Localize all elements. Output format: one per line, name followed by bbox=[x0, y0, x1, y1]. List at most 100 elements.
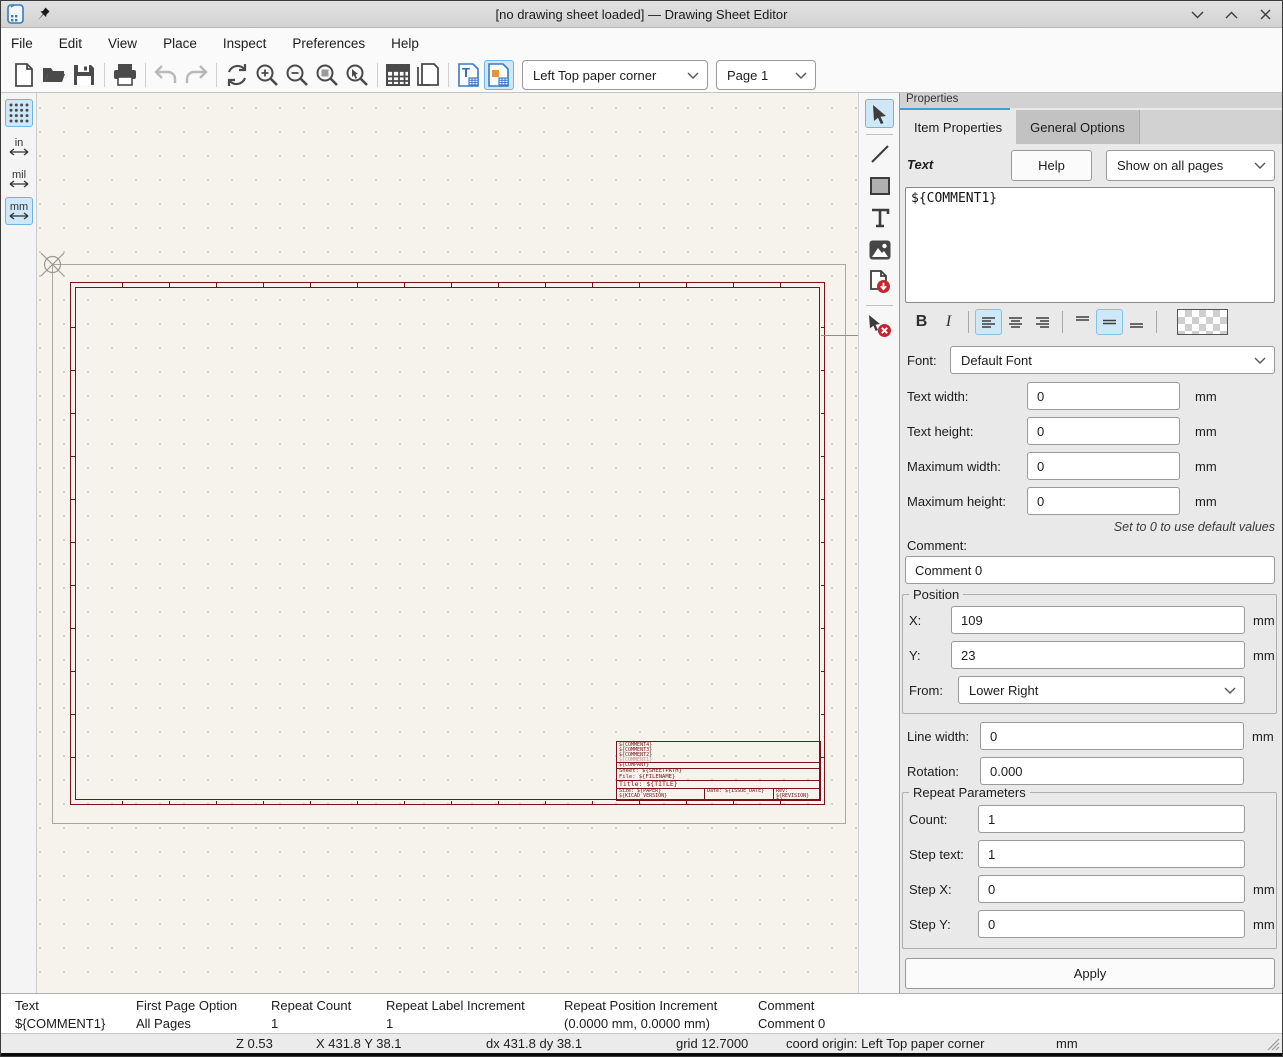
valign-top-button[interactable] bbox=[1069, 309, 1096, 335]
page-settings-icon[interactable] bbox=[413, 60, 443, 90]
repeat-count-input[interactable] bbox=[978, 805, 1245, 833]
tab-item-properties[interactable]: Item Properties bbox=[900, 110, 1016, 144]
status-cursor-position: X 431.8 Y 38.1 bbox=[316, 1036, 402, 1051]
title-block-table-icon[interactable] bbox=[383, 60, 413, 90]
refresh-icon[interactable] bbox=[222, 60, 252, 90]
max-height-input[interactable] bbox=[1027, 487, 1180, 515]
collapse-icon[interactable] bbox=[1188, 6, 1206, 24]
show-placeholders-icon[interactable]: T bbox=[454, 60, 484, 90]
main-area: in mil mm bbox=[1, 93, 1282, 993]
zoom-in-icon[interactable] bbox=[252, 60, 282, 90]
status-zoom: Z 0.53 bbox=[236, 1036, 273, 1051]
title-block-bottom-row: Size: ${PAPER} ${KICAD_VERSION} Date: ${… bbox=[617, 789, 820, 800]
line-tool-button[interactable] bbox=[865, 139, 894, 168]
maximize-icon[interactable] bbox=[1222, 6, 1240, 24]
menu-inspect[interactable]: Inspect bbox=[223, 36, 267, 51]
max-height-unit: mm bbox=[1195, 494, 1217, 509]
text-format-bar: B I bbox=[900, 308, 1283, 336]
position-y-input[interactable] bbox=[951, 641, 1245, 669]
rotation-input[interactable] bbox=[980, 757, 1244, 785]
font-select[interactable]: Default Font bbox=[950, 346, 1275, 374]
page-select[interactable]: Page 1 bbox=[716, 60, 816, 90]
position-from-select[interactable]: Lower Right bbox=[958, 676, 1245, 704]
zoom-fit-icon[interactable] bbox=[312, 60, 342, 90]
comment-label: Comment: bbox=[907, 538, 967, 553]
position-x-input[interactable] bbox=[951, 606, 1245, 634]
double-arrow-icon bbox=[8, 212, 30, 220]
menu-help[interactable]: Help bbox=[391, 36, 419, 51]
align-right-button[interactable] bbox=[1029, 309, 1056, 335]
tab-general-options[interactable]: General Options bbox=[1016, 110, 1140, 144]
italic-icon: I bbox=[946, 313, 951, 331]
text-color-swatch[interactable] bbox=[1177, 309, 1228, 335]
apply-button[interactable]: Apply bbox=[905, 958, 1275, 989]
repeat-parameters-group: Repeat Parameters Count: Step text: Step… bbox=[902, 792, 1277, 949]
append-sheet-button[interactable] bbox=[865, 267, 894, 296]
line-width-input[interactable] bbox=[980, 722, 1244, 750]
menu-view[interactable]: View bbox=[108, 36, 137, 51]
zoom-selection-icon[interactable] bbox=[342, 60, 372, 90]
text-tool-button[interactable] bbox=[865, 203, 894, 232]
show-preview-icon[interactable] bbox=[484, 60, 514, 90]
max-height-label: Maximum height: bbox=[907, 494, 1006, 509]
frame-ticks-top bbox=[76, 283, 820, 287]
append-sheet-icon bbox=[869, 270, 891, 294]
align-center-button[interactable] bbox=[1002, 309, 1029, 335]
max-width-input[interactable] bbox=[1027, 452, 1180, 480]
comment-input[interactable] bbox=[905, 556, 1275, 584]
tabs-spacer bbox=[1140, 110, 1283, 144]
menu-preferences[interactable]: Preferences bbox=[292, 36, 365, 51]
title-block[interactable]: ${COMMENT4} ${COMMENT3} ${COMMENT2} ${CO… bbox=[616, 741, 821, 801]
drawing-canvas[interactable]: ${COMMENT4} ${COMMENT3} ${COMMENT2} ${CO… bbox=[37, 93, 858, 993]
new-sheet-icon[interactable] bbox=[9, 60, 39, 90]
unit-mm-button[interactable]: mm bbox=[5, 197, 33, 225]
chevron-down-icon bbox=[1224, 687, 1236, 694]
grid-visibility-button[interactable] bbox=[5, 99, 33, 127]
unit-inches-button[interactable]: in bbox=[5, 133, 33, 161]
redo-icon[interactable] bbox=[181, 60, 211, 90]
zoom-out-icon[interactable] bbox=[282, 60, 312, 90]
menu-edit[interactable]: Edit bbox=[59, 36, 82, 51]
date-text[interactable]: Date: ${ISSUE_DATE} bbox=[707, 788, 764, 794]
help-button[interactable]: Help bbox=[1011, 150, 1092, 181]
bold-button[interactable]: B bbox=[908, 309, 935, 335]
menu-file[interactable]: File bbox=[11, 36, 33, 51]
step-x-input[interactable] bbox=[978, 875, 1245, 903]
text-width-input[interactable] bbox=[1027, 382, 1180, 410]
valign-middle-button[interactable] bbox=[1096, 309, 1123, 335]
text-content-input[interactable]: ${COMMENT1} bbox=[905, 187, 1275, 303]
print-icon[interactable] bbox=[110, 60, 140, 90]
align-left-button[interactable] bbox=[975, 309, 1002, 335]
valign-bottom-button[interactable] bbox=[1123, 309, 1150, 335]
corner-origin-select[interactable]: Left Top paper corner bbox=[522, 60, 708, 90]
position-y-label: Y: bbox=[909, 648, 921, 663]
delete-tool-button[interactable] bbox=[865, 311, 894, 340]
step-y-input[interactable] bbox=[978, 910, 1245, 938]
toolbar-separator bbox=[216, 63, 217, 87]
origin-marker-icon bbox=[39, 251, 66, 278]
show-on-pages-select[interactable]: Show on all pages bbox=[1106, 150, 1275, 181]
properties-panel-title[interactable]: Properties bbox=[900, 93, 1283, 108]
info-col-first-page-option: First Page Option All Pages bbox=[136, 998, 237, 1031]
close-icon[interactable] bbox=[1256, 6, 1274, 24]
kicad-version-text[interactable]: ${KICAD_VERSION} bbox=[619, 794, 702, 799]
text-height-input[interactable] bbox=[1027, 417, 1180, 445]
resize-grip-icon[interactable] bbox=[1267, 1038, 1280, 1051]
select-tool-button[interactable] bbox=[865, 99, 894, 128]
bold-icon: B bbox=[916, 313, 928, 331]
rectangle-tool-button[interactable] bbox=[865, 171, 894, 200]
size-cell: Size: ${PAPER} ${KICAD_VERSION} bbox=[617, 789, 705, 800]
info-value: Comment 0 bbox=[758, 1016, 825, 1031]
undo-icon[interactable] bbox=[151, 60, 181, 90]
save-icon[interactable] bbox=[69, 60, 99, 90]
open-icon[interactable] bbox=[39, 60, 69, 90]
id-text[interactable]: Id: ${#}/${##} bbox=[776, 799, 818, 801]
image-tool-button[interactable] bbox=[865, 235, 894, 264]
show-on-pages-value: Show on all pages bbox=[1117, 158, 1246, 173]
step-text-input[interactable] bbox=[978, 840, 1245, 868]
italic-button[interactable]: I bbox=[935, 309, 962, 335]
line-tool-icon bbox=[870, 144, 890, 164]
status-coord-origin: coord origin: Left Top paper corner bbox=[786, 1036, 985, 1051]
menu-place[interactable]: Place bbox=[163, 36, 197, 51]
unit-mils-button[interactable]: mil bbox=[5, 165, 33, 193]
